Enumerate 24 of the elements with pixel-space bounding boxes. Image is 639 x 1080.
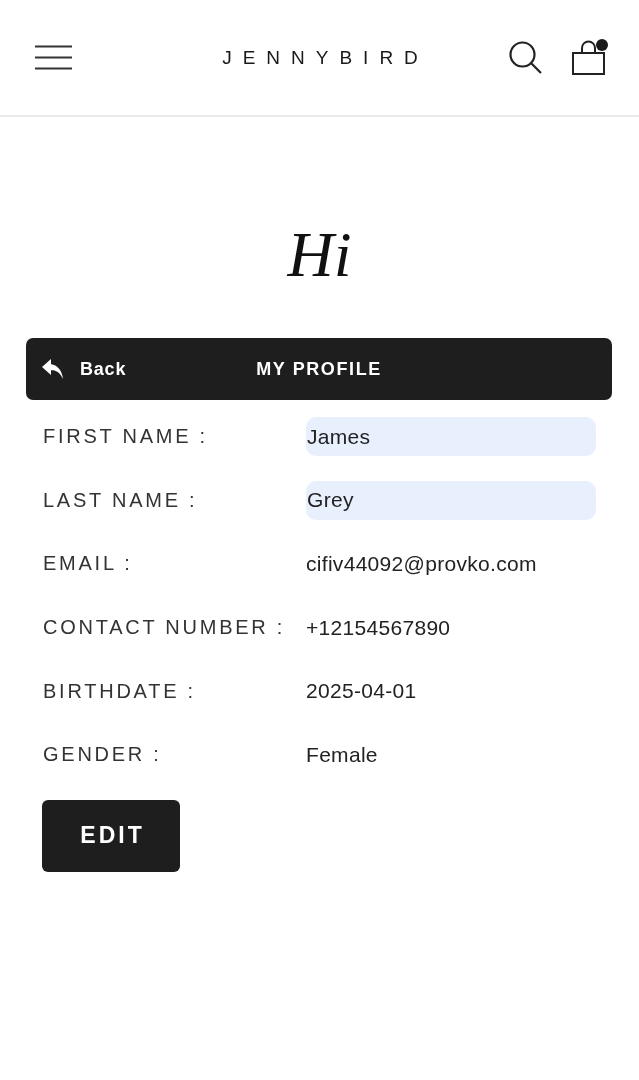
greeting-heading: Hi [287,219,352,291]
field-value: +12154567890 [306,615,451,640]
field-label: BIRTHDATE : [43,679,197,703]
field-label: FIRST NAME : [43,425,209,449]
page-title: MY PROFILE [256,358,382,380]
field-label: CONTACT NUMBER : [43,616,287,640]
field-value: Female [306,742,378,767]
input-field[interactable]: James [306,417,596,457]
menu-button[interactable] [35,45,72,70]
field-label: GENDER : [43,743,163,767]
cart-button[interactable] [572,40,605,75]
shopping-bag-icon [572,40,605,75]
brand-logo[interactable]: JENNYBIRD [222,46,429,69]
field-label: LAST NAME : [43,488,199,512]
edit-button[interactable]: EDIT [42,799,180,872]
field-label: EMAIL : [43,552,134,576]
search-icon [509,41,542,74]
search-button[interactable] [509,41,542,74]
reply-arrow-icon [42,359,63,379]
field-value: cifiv44092@provko.com [306,552,537,576]
input-field[interactable]: Grey [306,480,596,520]
field-value: 2025-04-01 [306,679,417,704]
menu-icon [35,45,72,70]
back-button[interactable]: Back [42,358,127,380]
